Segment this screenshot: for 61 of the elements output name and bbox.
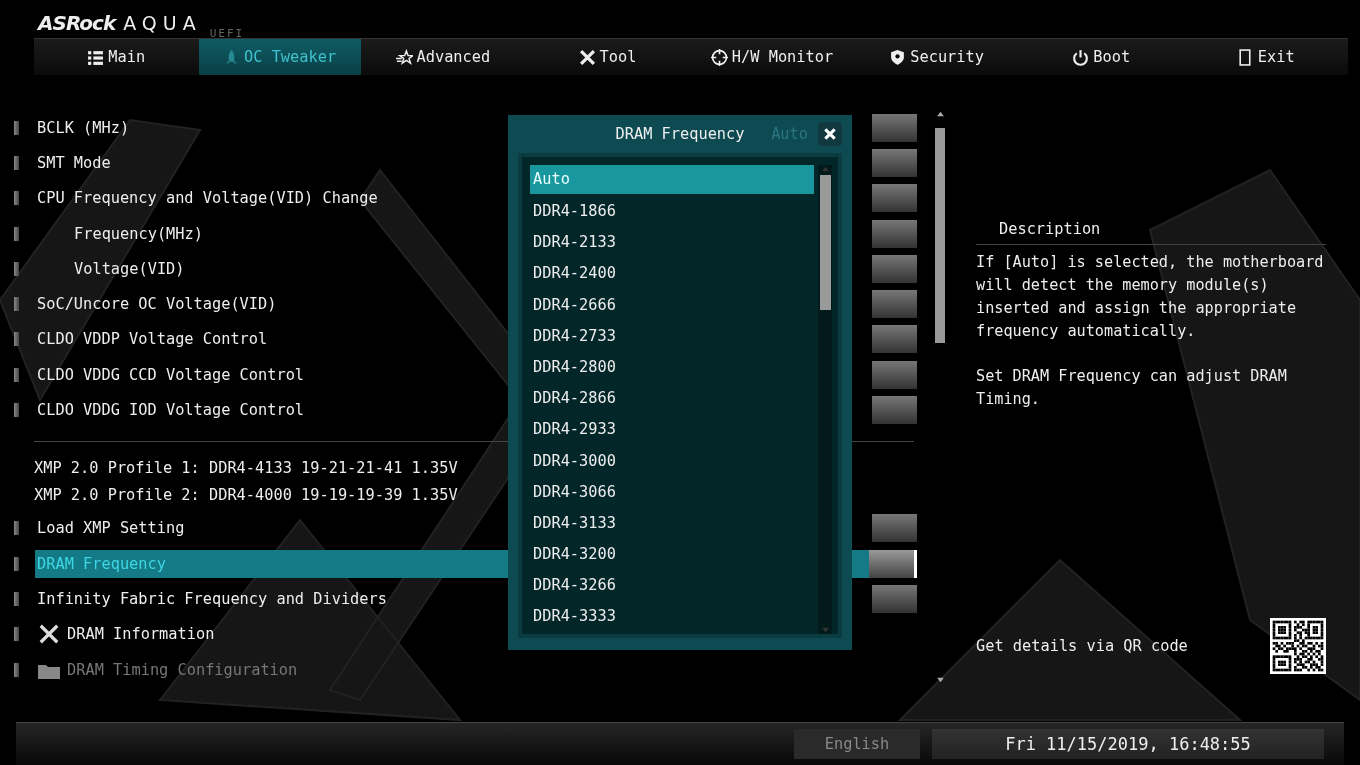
shield-icon xyxy=(889,48,907,66)
rocket-icon xyxy=(223,48,240,66)
scrollbar[interactable] xyxy=(934,110,946,684)
menu-tab[interactable]: Security xyxy=(854,39,1019,75)
menu-tab[interactable]: Main xyxy=(34,39,199,75)
qr-code-label: Get details via QR code xyxy=(976,637,1188,655)
brand-logo: ASRock xyxy=(38,12,116,34)
row-marker xyxy=(14,367,19,382)
row-marker xyxy=(14,627,19,642)
frequency-option[interactable]: DDR4-2733 xyxy=(530,320,814,352)
date-time: Fri 11/15/2019, 16:48:55 xyxy=(932,729,1324,759)
xmp-profile-text: XMP 2.0 Profile 2: DDR4-4000 19-19-19-39 1.35V xyxy=(34,484,458,506)
description-text: Set DRAM Frequency can adjust DRAM Timing. xyxy=(976,366,1288,410)
list-icon xyxy=(87,48,105,66)
close-icon xyxy=(823,127,837,141)
row-marker xyxy=(14,662,19,677)
value-box[interactable] xyxy=(869,549,917,578)
language-button[interactable]: English xyxy=(794,729,920,759)
menu-tab[interactable]: OC Tweaker xyxy=(198,39,361,75)
frequency-option[interactable]: DDR4-2866 xyxy=(530,383,814,415)
row-marker xyxy=(14,261,19,276)
frequency-option[interactable]: DDR4-2666 xyxy=(530,289,814,321)
row-marker xyxy=(14,120,19,135)
frequency-option[interactable]: DDR4-2933 xyxy=(530,414,814,446)
row-marker xyxy=(14,591,19,606)
frequency-option[interactable]: DDR4-2133 xyxy=(530,227,814,259)
row-marker xyxy=(14,155,19,170)
scroll-thumb[interactable] xyxy=(935,128,945,344)
frequency-option[interactable]: DDR4-2400 xyxy=(530,258,814,290)
product-name: AQUA xyxy=(123,12,202,34)
row-marker xyxy=(14,226,19,241)
row-marker xyxy=(14,556,19,571)
row-marker xyxy=(14,297,19,312)
frequency-option[interactable]: DDR4-3066 xyxy=(530,476,814,508)
row-marker xyxy=(14,191,19,206)
frequency-option[interactable]: DDR4-3133 xyxy=(530,507,814,540)
row-marker xyxy=(14,521,19,536)
menu-tab[interactable]: H/W Monitor xyxy=(689,39,855,75)
frequency-option[interactable]: DDR4-2800 xyxy=(530,351,814,384)
row-marker xyxy=(14,332,19,347)
power-icon xyxy=(1072,48,1090,66)
description-heading: Description xyxy=(976,220,1326,245)
menu-tab[interactable]: Boot xyxy=(1018,39,1184,75)
menu-tab[interactable]: Tool xyxy=(525,39,690,75)
scroll-thumb[interactable] xyxy=(819,175,831,310)
row-marker xyxy=(14,403,19,417)
xmp-profile-text: XMP 2.0 Profile 1: DDR4-4133 19-21-21-41 1.35V xyxy=(34,457,458,479)
uefi-label: UEFI xyxy=(209,28,245,40)
frequency-option[interactable]: DDR4-3000 xyxy=(530,445,814,477)
menu-tab[interactable]: Exit xyxy=(1183,39,1349,75)
menu-tab[interactable]: Advanced xyxy=(360,39,526,75)
qr-code xyxy=(1270,618,1326,674)
scroll-down-icon[interactable] xyxy=(935,676,945,684)
exit-door-icon xyxy=(1236,48,1254,66)
description-text: If [Auto] is selected, the motherboard will detect the memory module(s) inserted and assign the appropriate frequency automatically. xyxy=(976,252,1325,342)
close-button[interactable] xyxy=(818,122,842,146)
frequency-option[interactable]: DDR4-1866 xyxy=(530,196,814,228)
dialog-title: DRAM Frequency xyxy=(615,125,745,143)
star-icon xyxy=(395,48,413,66)
crosshair-icon xyxy=(710,48,728,66)
scrollbar[interactable] xyxy=(818,165,832,634)
